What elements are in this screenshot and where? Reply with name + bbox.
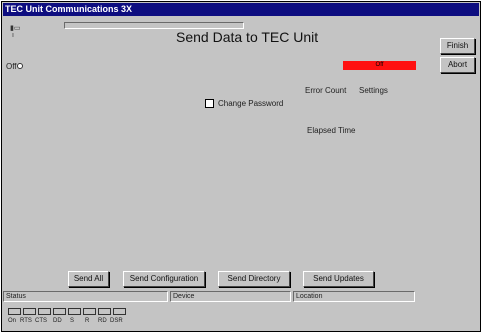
elapsed-time-label: Elapsed Time [307,126,356,135]
abort-button[interactable]: Abort [440,57,475,73]
finish-button[interactable]: Finish [440,38,475,54]
page-title: Send Data to TEC Unit [176,29,319,45]
device-field: Device [170,291,291,302]
location-field: Location [293,291,415,302]
settings-label: Settings [359,86,388,95]
led-label-r: R [85,318,90,324]
status-label: Status [6,293,26,300]
window-title: TEC Unit Communications 3X [5,4,133,14]
led-cts [38,308,51,315]
led-label-on: On [8,318,17,324]
title-bar: TEC Unit Communications 3X [3,3,479,16]
led-label-dd: DD [53,318,62,324]
location-label: Location [296,293,323,300]
led-s [68,308,81,315]
led-label-cts: CTS [35,318,47,324]
led-rts [23,308,36,315]
status-field: Status [3,291,168,302]
off-label: Off [6,62,17,71]
send-directory-button[interactable]: Send Directory [218,271,290,287]
status-indicator: Off [343,61,416,70]
led-dsr [113,308,126,315]
led-label-s: S [70,318,75,324]
led-label-rts: RTS [20,318,32,324]
app-window: TEC Unit Communications 3X ▮▭ ı Send Dat… [1,1,481,332]
led-label-rd: RD [98,318,107,324]
off-radio[interactable] [17,63,23,69]
change-password-checkbox[interactable] [205,99,214,108]
send-updates-button[interactable]: Send Updates [303,271,374,287]
led-on [8,308,21,315]
led-label-dsr: DSR [110,318,123,324]
device-icon: ▮▭ [10,25,21,32]
progress-glyph: ı [12,32,14,39]
led-r [83,308,96,315]
status-indicator-text: Off [375,62,384,68]
send-configuration-button[interactable]: Send Configuration [123,271,205,287]
progress-track [64,22,244,29]
send-all-button[interactable]: Send All [68,271,109,287]
error-count-label: Error Count [305,86,347,95]
change-password-label: Change Password [218,99,284,108]
device-label: Device [173,293,195,300]
led-rd [98,308,111,315]
led-dd [53,308,66,315]
